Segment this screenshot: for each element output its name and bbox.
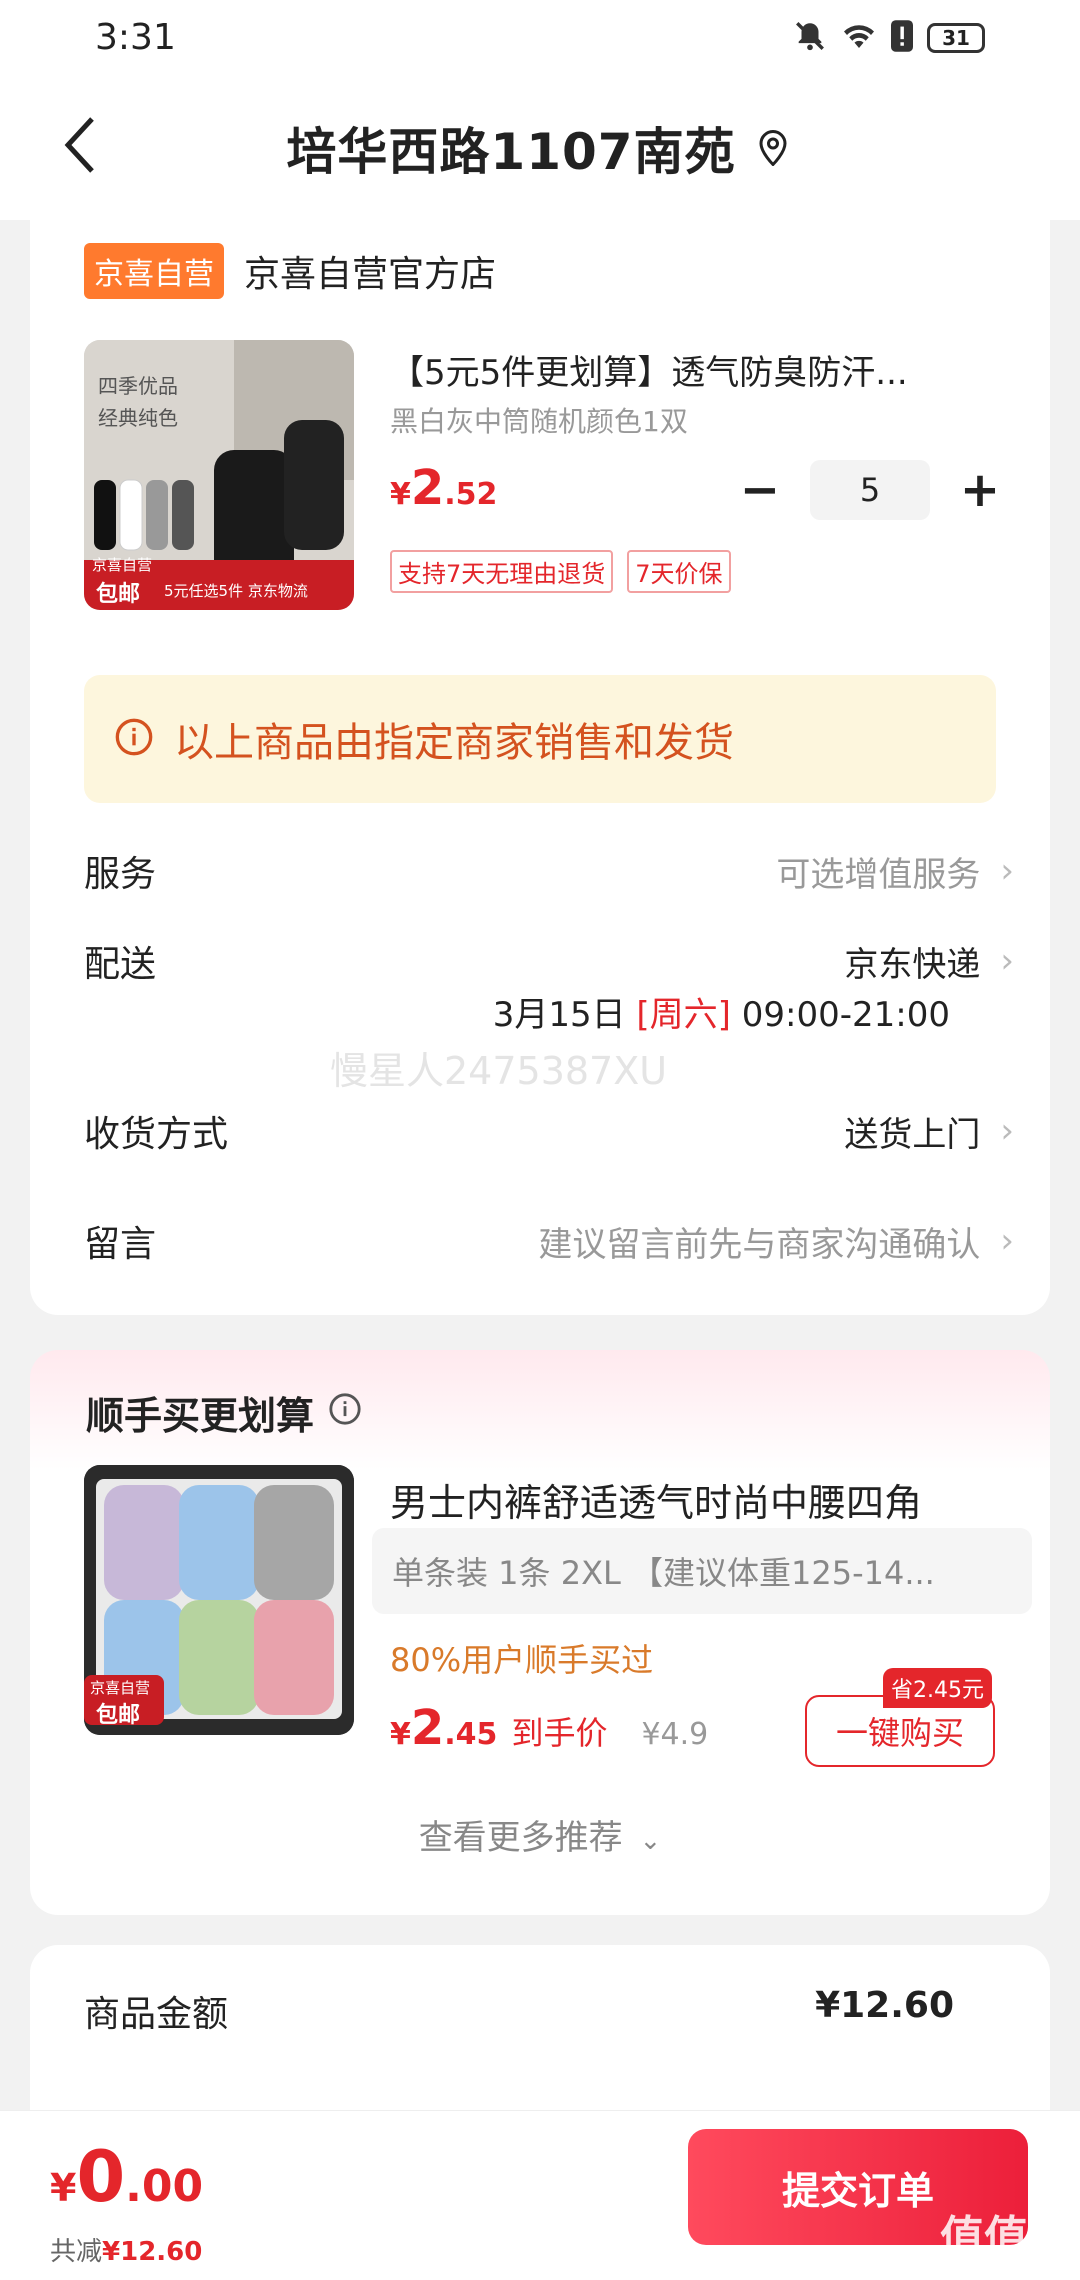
delivery-value-text: 京东快递 (844, 944, 981, 985)
goods-amount-label: 商品金额 (84, 1994, 229, 2035)
recommend-title: 顺手买更划算 (86, 1385, 362, 1440)
info-icon (114, 717, 154, 761)
price-symbol: ¥ (390, 477, 411, 512)
message-placeholder: 建议留言前先与商家沟通确认 (538, 1224, 981, 1265)
image-caption-1: 四季优品 (98, 374, 178, 398)
service-value: 可选增值服务 › (776, 847, 1014, 896)
delivery-weekday: [周六] (636, 995, 731, 1035)
recommend-social: 80%用户顺手买过 (390, 1641, 654, 1679)
chevron-right-icon: › (1000, 1111, 1014, 1151)
chevron-left-icon (64, 117, 94, 173)
total-symbol: ¥ (50, 2166, 77, 2210)
recommend-image[interactable]: 京喜自营 包邮 (84, 1465, 354, 1735)
address-title[interactable]: 培华西路1107南苑 (286, 112, 735, 184)
discount-value: ¥12.60 (102, 2237, 203, 2267)
delivery-time: 3月15日 [周六] 09:00-21:00 (493, 987, 950, 1036)
receive-row[interactable]: 收货方式 送货上门 › (84, 1105, 1014, 1157)
order-card: 京喜自营 京喜自营官方店 四季优品 经典纯色 京喜自营 包邮 5元任选5件 京东… (30, 215, 1050, 1315)
receive-value: 送货上门 › (844, 1107, 1014, 1156)
rec-price-int: 2 (410, 1700, 445, 1756)
product-image[interactable]: 四季优品 经典纯色 京喜自营 包邮 5元任选5件 京东物流 (84, 340, 354, 610)
product-spec[interactable]: 黑白灰中筒随机颜色1双 (390, 400, 688, 440)
location-pin-icon[interactable] (758, 129, 794, 166)
notice-text: 以上商品由指定商家销售和发货 (174, 720, 734, 766)
delivery-row[interactable]: 配送 京东快递 › (84, 935, 1014, 987)
product-price: ¥2.52 (390, 460, 497, 516)
back-button[interactable] (50, 105, 110, 185)
tag-return: 支持7天无理由退货 (390, 550, 614, 593)
image-promo: 5元任选5件 京东物流 (164, 582, 308, 600)
more-recommend-link[interactable]: 查看更多推荐 ⌄ (30, 1810, 1050, 1859)
battery-icon: 31 (927, 22, 985, 53)
total-int: 0 (76, 2136, 126, 2218)
alert-icon (891, 19, 913, 56)
price-int: 2 (410, 460, 445, 516)
quantity-stepper: − 5 + (730, 460, 1010, 520)
product-title[interactable]: 【5元5件更划算】透气防臭防汗... (390, 345, 1010, 394)
receive-value-text: 送货上门 (844, 1114, 981, 1155)
store-badge: 京喜自营 (84, 243, 224, 299)
nav-bar: 培华西路1107南苑 (0, 75, 1080, 220)
message-row[interactable]: 留言 建议留言前先与商家沟通确认 › (84, 1215, 1014, 1267)
checkout-bar: ¥0.00 共减¥12.60 提交订单 值值值 (0, 2110, 1080, 2280)
store-row[interactable]: 京喜自营 京喜自营官方店 (84, 243, 496, 299)
message-label: 留言 (84, 1224, 157, 1265)
service-value-text: 可选增值服务 (776, 854, 981, 895)
rec-image-badge-main: 包邮 (96, 1703, 141, 1728)
watermark: 慢星人2475387XU (330, 1049, 668, 1093)
status-icons: 31 (793, 19, 985, 57)
store-name: 京喜自营官方店 (244, 254, 497, 295)
service-label: 服务 (84, 854, 157, 895)
goods-amount-row: 商品金额 ¥12.60 (84, 1985, 954, 2037)
total-price: ¥0.00 (50, 2136, 203, 2218)
quantity-input[interactable]: 5 (810, 460, 930, 520)
status-time: 3:31 (95, 17, 176, 58)
goods-amount-value: ¥12.60 (815, 1985, 954, 2026)
product-tags: 支持7天无理由退货 7天价保 (390, 550, 731, 593)
price-dec: .52 (444, 477, 498, 512)
recommend-name[interactable]: 男士内裤舒适透气时尚中腰四角 (390, 1472, 1010, 1527)
image-badge-main: 包邮 (96, 582, 141, 607)
recommend-card: 顺手买更划算 京喜自营 包邮 男士内裤舒适透气时尚中腰四角 单条装 1条 2XL… (30, 1350, 1050, 1915)
discount-label: 共减 (50, 2237, 103, 2267)
image-badge-top: 京喜自营 (92, 556, 153, 574)
receive-label: 收货方式 (84, 1114, 229, 1155)
mute-bell-icon (793, 19, 827, 57)
delivery-label: 配送 (84, 944, 157, 985)
decrease-button[interactable]: − (730, 460, 790, 520)
rec-image-badge-top: 京喜自营 (90, 1679, 151, 1697)
increase-button[interactable]: + (950, 460, 1010, 520)
chevron-right-icon: › (1000, 851, 1014, 891)
recommend-price: ¥2.45 到手价 ¥4.9 (390, 1700, 708, 1756)
status-bar: 3:31 31 (0, 0, 1080, 75)
chevron-right-icon: › (1000, 1221, 1014, 1261)
delivery-hours: 09:00-21:00 (741, 995, 950, 1035)
rec-orig-price: ¥4.9 (641, 1717, 709, 1752)
chevron-down-icon: ⌄ (639, 1826, 662, 1856)
info-icon[interactable] (328, 1391, 362, 1435)
discount-summary[interactable]: 共减¥12.60 (50, 2231, 202, 2268)
tag-price-protect: 7天价保 (627, 550, 731, 593)
wifi-icon (841, 20, 877, 56)
save-badge: 省2.45元 (883, 1668, 992, 1708)
delivery-value: 京东快递 › (844, 937, 1014, 986)
service-row[interactable]: 服务 可选增值服务 › (84, 845, 1014, 897)
rec-price-dec: .45 (444, 1717, 498, 1752)
message-input[interactable]: 建议留言前先与商家沟通确认 › (538, 1217, 1014, 1266)
recommend-title-text: 顺手买更划算 (86, 1394, 315, 1438)
image-caption-2: 经典纯色 (98, 406, 178, 430)
delivery-date: 3月15日 (492, 995, 626, 1035)
total-dec: .00 (125, 2161, 204, 2212)
chevron-right-icon: › (1000, 941, 1014, 981)
rec-price-label: 到手价 (511, 1714, 608, 1752)
seller-notice: 以上商品由指定商家销售和发货 (84, 675, 996, 803)
recommend-spec-select[interactable]: 单条装 1条 2XL 【建议体重125-14... (372, 1528, 1032, 1614)
more-recommend-text: 查看更多推荐 (418, 1818, 623, 1858)
rec-price-symbol: ¥ (390, 1717, 411, 1752)
corner-watermark-logo: 值值值 (940, 2212, 1072, 2263)
